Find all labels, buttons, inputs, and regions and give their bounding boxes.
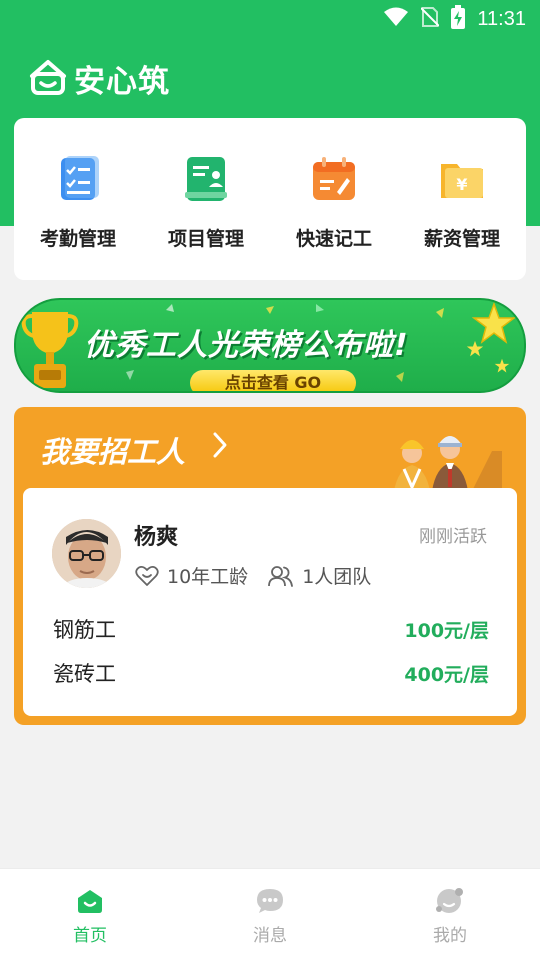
brand-name: 安心筑 bbox=[74, 64, 170, 100]
wifi-icon bbox=[383, 7, 409, 31]
quick-action-attendance[interactable]: 考勤管理 bbox=[23, 154, 133, 251]
banner-go-button[interactable]: 点击查看 GO bbox=[190, 370, 356, 391]
skill-row: 钢筋工 100元/层 bbox=[53, 614, 489, 644]
skill-name: 瓷砖工 bbox=[53, 662, 116, 686]
status-bar: 11:31 bbox=[383, 5, 526, 33]
quick-record-icon bbox=[313, 157, 355, 200]
experience-meta: 10年工龄 bbox=[135, 562, 248, 589]
quick-action-project[interactable]: 项目管理 bbox=[151, 154, 261, 251]
small-star-icon bbox=[466, 340, 484, 357]
tab-label: 消息 bbox=[253, 926, 287, 946]
quick-action-quick-record[interactable]: 快速记工 bbox=[279, 154, 389, 251]
team-icon bbox=[268, 565, 294, 587]
logo-icon bbox=[28, 58, 68, 100]
team-text: 1人团队 bbox=[302, 566, 372, 588]
recruit-section: 我要招工人 杨爽 刚刚活跃 10年工龄 1人团队 钢筋工 100元/层 瓷砖工 … bbox=[14, 407, 526, 725]
quick-action-salary[interactable]: ¥ 薪资管理 bbox=[407, 154, 517, 251]
tab-label: 我的 bbox=[433, 926, 467, 946]
project-icon bbox=[185, 157, 227, 201]
tab-messages[interactable]: 消息 bbox=[180, 869, 360, 960]
home-icon bbox=[78, 890, 102, 913]
clock: 11:31 bbox=[477, 7, 526, 30]
quick-action-label: 考勤管理 bbox=[39, 228, 116, 250]
worker-meta: 10年工龄 1人团队 bbox=[135, 562, 391, 589]
svg-text:¥: ¥ bbox=[456, 175, 467, 194]
skill-price: 100元/层 bbox=[404, 619, 489, 642]
tab-label: 首页 bbox=[73, 926, 107, 946]
battery-charging-icon bbox=[451, 5, 466, 33]
attendance-icon bbox=[61, 156, 99, 200]
experience-text: 10年工龄 bbox=[167, 566, 249, 588]
workers-illustration bbox=[394, 436, 502, 491]
quick-action-label: 快速记工 bbox=[295, 228, 372, 250]
active-status: 刚刚活跃 bbox=[419, 527, 487, 547]
quick-action-label: 薪资管理 bbox=[423, 228, 500, 250]
worker-card[interactable]: 杨爽 刚刚活跃 10年工龄 1人团队 钢筋工 100元/层 瓷砖工 400元/层 bbox=[23, 488, 517, 716]
team-meta: 1人团队 bbox=[268, 562, 371, 589]
worker-name: 杨爽 bbox=[134, 525, 179, 550]
small-star-icon bbox=[494, 358, 510, 373]
tab-profile[interactable]: 我的 bbox=[360, 869, 540, 960]
tab-home[interactable]: 首页 bbox=[0, 869, 180, 960]
skill-price: 400元/层 bbox=[404, 663, 489, 686]
honor-roll-banner[interactable]: 优秀工人光荣榜公布啦! 点击查看 GO bbox=[14, 298, 526, 393]
recruit-title[interactable]: 我要招工人 bbox=[40, 429, 185, 471]
skill-name: 钢筋工 bbox=[53, 618, 116, 642]
banner-title: 优秀工人光荣榜公布啦! bbox=[84, 328, 409, 363]
profile-icon bbox=[436, 888, 463, 913]
brand-logo: 安心筑 bbox=[28, 56, 170, 101]
no-sim-icon bbox=[420, 6, 441, 32]
quick-actions-card: 考勤管理 项目管理 快速记工 ¥ 薪资管理 bbox=[14, 118, 526, 280]
chevron-right-icon[interactable] bbox=[212, 431, 228, 459]
message-icon bbox=[257, 889, 283, 913]
skill-row: 瓷砖工 400元/层 bbox=[53, 658, 489, 688]
heart-smile-icon bbox=[135, 565, 159, 586]
trophy-icon bbox=[21, 312, 79, 388]
worker-photo bbox=[52, 519, 121, 588]
quick-action-label: 项目管理 bbox=[167, 228, 244, 250]
bottom-tab-bar: 首页 消息 我的 bbox=[0, 868, 540, 960]
avatar[interactable] bbox=[52, 519, 121, 588]
salary-icon: ¥ bbox=[441, 164, 483, 198]
